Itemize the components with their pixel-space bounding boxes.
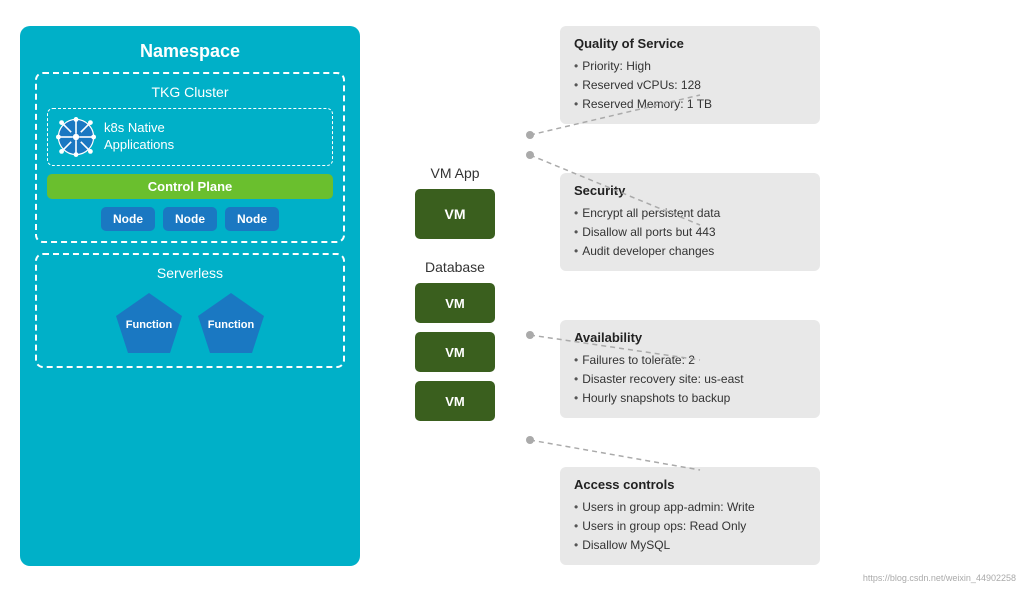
- qos-item-1: Priority: High: [574, 57, 806, 76]
- node-box-1: Node: [101, 207, 155, 231]
- control-plane-bar: Control Plane: [47, 174, 333, 199]
- availability-item-1: Failures to tolerate: 2: [574, 351, 806, 370]
- pentagon-icon-2: Function: [196, 291, 266, 356]
- function-item-2: Function: [196, 291, 266, 356]
- database-label: Database: [425, 259, 485, 275]
- node-box-2: Node: [163, 207, 217, 231]
- nodes-row: Node Node Node: [47, 207, 333, 231]
- db-vms: VM VM VM: [415, 283, 495, 426]
- right-panels: Quality of Service Priority: High Reserv…: [530, 26, 1004, 566]
- vm-app-label: VM App: [430, 165, 479, 181]
- qos-item-2: Reserved vCPUs: 128: [574, 76, 806, 95]
- security-panel: Security Encrypt all persistent data Dis…: [560, 173, 820, 272]
- access-item-2: Users in group ops: Read Only: [574, 517, 806, 536]
- namespace-title: Namespace: [35, 41, 345, 62]
- db-vm-3: VM: [415, 381, 495, 421]
- access-item-1: Users in group app-admin: Write: [574, 498, 806, 517]
- qos-list: Priority: High Reserved vCPUs: 128 Reser…: [574, 57, 806, 115]
- access-item-3: Disallow MySQL: [574, 536, 806, 555]
- tkg-cluster-box: TKG Cluster: [35, 72, 345, 243]
- svg-text:Function: Function: [208, 319, 255, 331]
- namespace-box: Namespace TKG Cluster: [20, 26, 360, 566]
- qos-title: Quality of Service: [574, 36, 806, 51]
- k8s-label: k8s NativeApplications: [104, 120, 174, 154]
- security-item-1: Encrypt all persistent data: [574, 204, 806, 223]
- availability-title: Availability: [574, 330, 806, 345]
- k8s-app-box: k8s NativeApplications: [47, 108, 333, 166]
- access-list: Users in group app-admin: Write Users in…: [574, 498, 806, 556]
- qos-item-3: Reserved Memory: 1 TB: [574, 95, 806, 114]
- pentagon-icon-1: Function: [114, 291, 184, 356]
- availability-item-3: Hourly snapshots to backup: [574, 389, 806, 408]
- watermark: https://blog.csdn.net/weixin_44902258: [863, 573, 1016, 583]
- vm-app-section: VM App VM: [415, 165, 495, 239]
- serverless-box: Serverless Function Function: [35, 253, 345, 368]
- database-section: Database VM VM VM: [415, 259, 495, 426]
- availability-list: Failures to tolerate: 2 Disaster recover…: [574, 351, 806, 409]
- svg-text:Function: Function: [126, 319, 173, 331]
- node-box-3: Node: [225, 207, 279, 231]
- security-title: Security: [574, 183, 806, 198]
- function-item-1: Function: [114, 291, 184, 356]
- serverless-title: Serverless: [47, 265, 333, 281]
- availability-item-2: Disaster recovery site: us-east: [574, 370, 806, 389]
- kubernetes-icon: [56, 117, 96, 157]
- access-panel: Access controls Users in group app-admin…: [560, 467, 820, 566]
- vm-app-box: VM: [415, 189, 495, 239]
- db-vm-2: VM: [415, 332, 495, 372]
- availability-panel: Availability Failures to tolerate: 2 Dis…: [560, 320, 820, 419]
- qos-panel: Quality of Service Priority: High Reserv…: [560, 26, 820, 125]
- security-item-3: Audit developer changes: [574, 242, 806, 261]
- main-container: Namespace TKG Cluster: [0, 0, 1024, 591]
- access-title: Access controls: [574, 477, 806, 492]
- security-list: Encrypt all persistent data Disallow all…: [574, 204, 806, 262]
- main-wrapper: Namespace TKG Cluster: [0, 0, 1024, 591]
- middle-column: VM App VM Database VM VM VM: [380, 165, 530, 426]
- db-vm-1: VM: [415, 283, 495, 323]
- functions-row: Function Function: [47, 291, 333, 356]
- tkg-cluster-title: TKG Cluster: [47, 84, 333, 100]
- security-item-2: Disallow all ports but 443: [574, 223, 806, 242]
